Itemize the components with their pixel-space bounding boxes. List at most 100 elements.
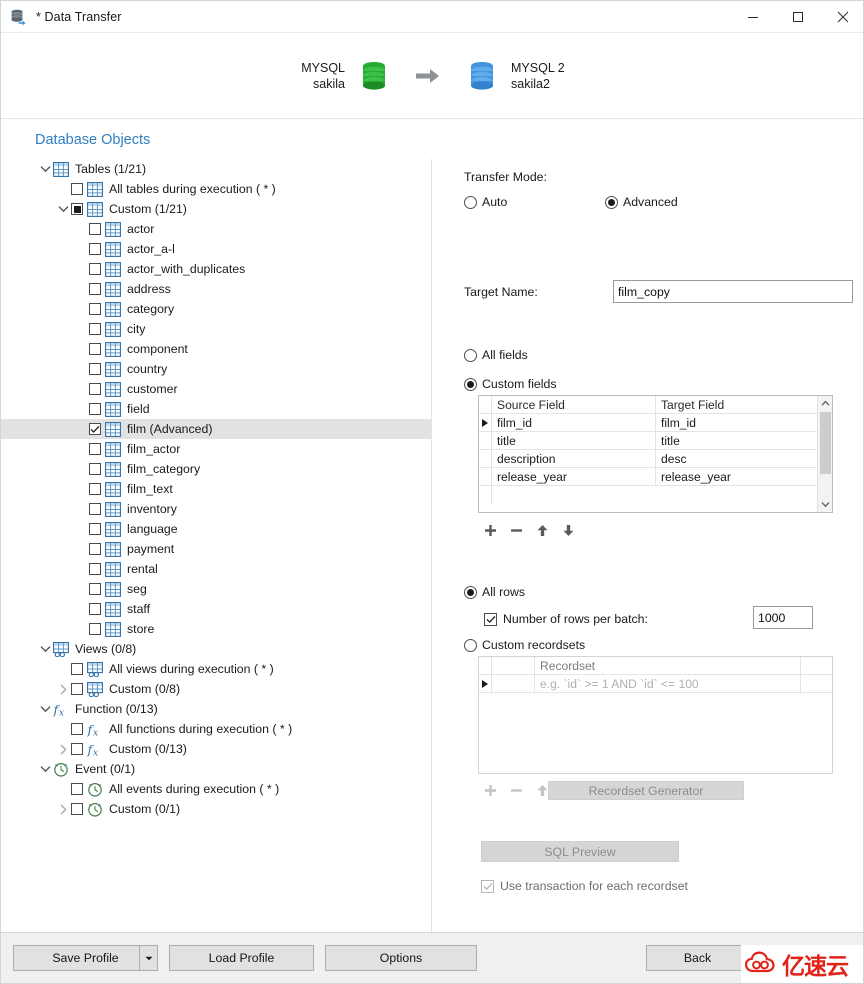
chevron-down-icon[interactable] — [37, 701, 53, 717]
tree-checkbox[interactable] — [89, 263, 101, 275]
tree-node-customer[interactable]: customer — [1, 379, 431, 399]
tree-node-country[interactable]: country — [1, 359, 431, 379]
tree-checkbox[interactable] — [89, 623, 101, 635]
chevron-right-icon[interactable] — [55, 681, 71, 697]
tree-node-film-category[interactable]: film_category — [1, 459, 431, 479]
tree-node-all-tables-during-execution[interactable]: All tables during execution ( * ) — [1, 179, 431, 199]
cell-source-field[interactable]: film_id — [492, 414, 656, 432]
tree-node-film-text[interactable]: film_text — [1, 479, 431, 499]
tree-node-custom-0-8[interactable]: Custom (0/8) — [1, 679, 431, 699]
cell-target-field[interactable]: desc — [656, 450, 819, 468]
tree-checkbox[interactable] — [89, 223, 101, 235]
save-profile-dropdown-arrow-icon[interactable] — [139, 946, 157, 970]
tree-node-film-actor[interactable]: film_actor — [1, 439, 431, 459]
recordset-grid[interactable]: Recordset e.g. `id` >= 1 AND `id` <= 100 — [478, 656, 833, 774]
cell-target-field[interactable]: release_year — [656, 468, 819, 486]
tree-checkbox[interactable] — [71, 203, 83, 215]
tree-checkbox[interactable] — [71, 783, 83, 795]
tree-checkbox[interactable] — [71, 803, 83, 815]
tree-node-all-functions-during-execution[interactable]: f x All functions during execution ( * ) — [1, 719, 431, 739]
tree-checkbox[interactable] — [89, 523, 101, 535]
tree-node-film-advanced[interactable]: film (Advanced) — [1, 419, 431, 439]
tree-node-store[interactable]: store — [1, 619, 431, 639]
column-header-target-field[interactable]: Target Field — [656, 396, 819, 414]
radio-custom-recordsets[interactable]: Custom recordsets — [464, 638, 585, 652]
cell-target-field[interactable]: film_id — [656, 414, 819, 432]
tree-node-staff[interactable]: staff — [1, 599, 431, 619]
tree-checkbox[interactable] — [89, 563, 101, 575]
cell-source-field[interactable]: description — [492, 450, 656, 468]
back-button[interactable]: Back — [646, 945, 749, 971]
chevron-right-icon[interactable] — [55, 741, 71, 757]
options-button[interactable]: Options — [325, 945, 477, 971]
chevron-down-icon[interactable] — [37, 641, 53, 657]
tree-node-all-events-during-execution[interactable]: All events during execution ( * ) — [1, 779, 431, 799]
radio-transfer-mode-auto[interactable]: Auto — [464, 195, 507, 209]
maximize-button[interactable] — [775, 1, 820, 33]
tree-checkbox[interactable] — [71, 723, 83, 735]
tree-checkbox[interactable] — [71, 683, 83, 695]
radio-transfer-mode-advanced[interactable]: Advanced — [605, 195, 678, 209]
scroll-down-icon[interactable] — [818, 497, 833, 512]
chevron-down-icon[interactable] — [37, 161, 53, 177]
table-row-empty[interactable] — [479, 486, 819, 504]
tree-node-all-views-during-execution[interactable]: All views during execution ( * ) — [1, 659, 431, 679]
load-profile-button[interactable]: Load Profile — [169, 945, 314, 971]
fields-grid-scrollbar[interactable] — [817, 396, 832, 512]
database-objects-tree[interactable]: Tables (1/21) All tables during execution… — [1, 159, 432, 934]
tree-node-tables-1-21[interactable]: Tables (1/21) — [1, 159, 431, 179]
cell-source-field[interactable]: title — [492, 432, 656, 450]
tree-checkbox[interactable] — [89, 603, 101, 615]
column-header-recordset[interactable]: Recordset — [535, 657, 801, 675]
tree-checkbox[interactable] — [89, 423, 101, 435]
move-down-icon[interactable] — [562, 524, 575, 537]
tree-node-custom-0-13[interactable]: f x Custom (0/13) — [1, 739, 431, 759]
tree-node-payment[interactable]: payment — [1, 539, 431, 559]
minimize-button[interactable] — [730, 1, 775, 33]
scroll-thumb[interactable] — [819, 412, 831, 474]
table-row[interactable]: e.g. `id` >= 1 AND `id` <= 100 — [479, 675, 832, 693]
tree-checkbox[interactable] — [71, 183, 83, 195]
tree-checkbox[interactable] — [89, 323, 101, 335]
tree-node-component[interactable]: component — [1, 339, 431, 359]
tree-checkbox[interactable] — [89, 503, 101, 515]
tree-node-custom-0-1[interactable]: Custom (0/1) — [1, 799, 431, 819]
move-up-icon[interactable] — [536, 524, 549, 537]
chevron-right-icon[interactable] — [55, 801, 71, 817]
tree-node-function-0-13[interactable]: f x Function (0/13) — [1, 699, 431, 719]
tree-node-city[interactable]: city — [1, 319, 431, 339]
tree-node-views-0-8[interactable]: Views (0/8) — [1, 639, 431, 659]
tree-checkbox[interactable] — [71, 663, 83, 675]
tree-checkbox[interactable] — [71, 743, 83, 755]
table-row[interactable]: title title — [479, 432, 819, 450]
tree-checkbox[interactable] — [89, 543, 101, 555]
table-row[interactable]: release_year release_year — [479, 468, 819, 486]
table-row[interactable]: film_id film_id — [479, 414, 819, 432]
tree-node-rental[interactable]: rental — [1, 559, 431, 579]
column-header-source-field[interactable]: Source Field — [492, 396, 656, 414]
tree-checkbox[interactable] — [89, 463, 101, 475]
rows-per-batch-input[interactable]: 1000 — [753, 606, 813, 629]
tree-node-event-0-1[interactable]: Event (0/1) — [1, 759, 431, 779]
tree-node-language[interactable]: language — [1, 519, 431, 539]
tree-checkbox[interactable] — [89, 343, 101, 355]
close-button[interactable] — [820, 1, 863, 33]
radio-custom-fields[interactable]: Custom fields — [464, 377, 557, 391]
tree-node-seg[interactable]: seg — [1, 579, 431, 599]
tree-node-actor[interactable]: actor — [1, 219, 431, 239]
tree-checkbox[interactable] — [89, 383, 101, 395]
field-grid-toolbar[interactable] — [484, 524, 575, 537]
tree-checkbox[interactable] — [89, 303, 101, 315]
tree-checkbox[interactable] — [89, 283, 101, 295]
tree-node-actor-a-l[interactable]: actor_a-l — [1, 239, 431, 259]
radio-all-fields[interactable]: All fields — [464, 348, 528, 362]
tree-node-inventory[interactable]: inventory — [1, 499, 431, 519]
checkbox-rows-per-batch[interactable]: Number of rows per batch: — [484, 612, 648, 626]
remove-icon[interactable] — [510, 524, 523, 537]
tree-node-address[interactable]: address — [1, 279, 431, 299]
tree-node-field[interactable]: field — [1, 399, 431, 419]
tree-node-actor-with-duplicates[interactable]: actor_with_duplicates — [1, 259, 431, 279]
tree-checkbox[interactable] — [89, 583, 101, 595]
tree-node-category[interactable]: category — [1, 299, 431, 319]
tree-node-custom-1-21[interactable]: Custom (1/21) — [1, 199, 431, 219]
